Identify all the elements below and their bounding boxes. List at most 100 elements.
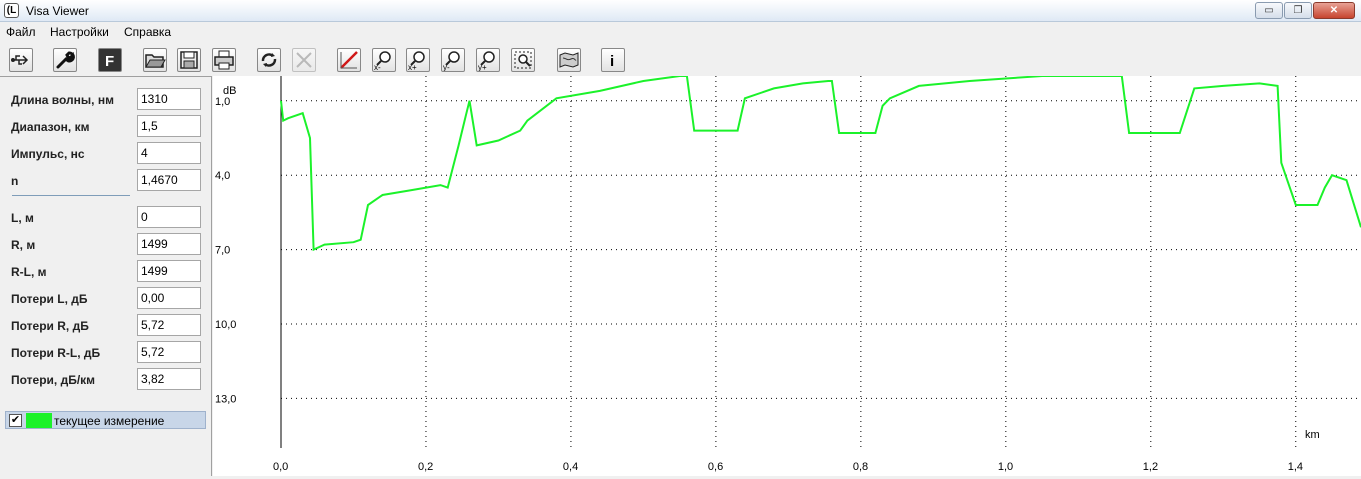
marker-button[interactable]	[337, 48, 361, 72]
parameters-panel: Длина волны, нм Диапазон, км Импульс, нс…	[0, 76, 212, 476]
menu-file[interactable]: Файл	[6, 25, 36, 39]
refresh-button[interactable]	[257, 48, 281, 72]
wavelength-label: Длина волны, нм	[11, 93, 114, 107]
svg-text:x+: x+	[408, 63, 417, 71]
x-axis-label: km	[1305, 429, 1320, 441]
f-button[interactable]: F	[98, 48, 122, 72]
lossR-label: Потери R, дБ	[11, 319, 89, 333]
legend-item-current[interactable]: ✔ текущее измерение	[5, 411, 206, 429]
save-icon	[180, 51, 198, 69]
info-button[interactable]: i	[601, 48, 625, 72]
x-tick-label: 0,4	[563, 461, 578, 473]
param-row-wavelength: Длина волны, нм	[0, 88, 212, 110]
f-icon: F	[105, 53, 114, 70]
y-tick-label: 10,0	[215, 319, 236, 331]
delete-button[interactable]	[292, 48, 316, 72]
chart-svg[interactable]: 1,0 4,0 7,0 10,0 13,0 0,0 0,2 0,4 0,6 0,8 1,0 1,2 1…	[213, 75, 1361, 476]
legend-checkbox[interactable]: ✔	[9, 414, 22, 427]
y-tick-label: 1,0	[215, 96, 230, 108]
pulse-label: Импульс, нс	[11, 147, 85, 161]
lossRL-field[interactable]	[137, 341, 201, 363]
param-row-range: Диапазон, км	[0, 115, 212, 137]
n-label: n	[11, 174, 19, 188]
x-tick-label: 1,2	[1143, 461, 1158, 473]
map-button[interactable]	[557, 48, 581, 72]
x-tick-label: 0,2	[418, 461, 433, 473]
param-row-lossRL: Потери R-L, дБ	[0, 341, 212, 363]
range-field[interactable]	[137, 115, 201, 137]
loss-per-km-field[interactable]	[137, 368, 201, 390]
svg-text:F: F	[105, 53, 114, 70]
print-icon	[214, 50, 234, 70]
param-row-R: R, м	[0, 233, 212, 255]
param-row-loss-per-km: Потери, дБ/км	[0, 368, 212, 390]
trace-line	[280, 75, 1361, 252]
L-label: L, м	[11, 211, 34, 225]
title-bar: (L Visa Viewer ▭ ❐ ✕	[0, 0, 1361, 22]
zoom-x-out-button[interactable]: x-	[372, 48, 396, 72]
zoom-y-out-icon: y-	[443, 51, 460, 71]
usb-connect-button[interactable]	[9, 48, 33, 72]
trace-chart[interactable]: 1,0 4,0 7,0 10,0 13,0 0,0 0,2 0,4 0,6 0,8 1,0 1,2 1…	[213, 75, 1361, 476]
zoom-x-in-icon: x+	[408, 51, 425, 71]
menu-help[interactable]: Справка	[124, 25, 171, 39]
zoom-y-in-icon: y+	[478, 51, 495, 71]
param-row-n: n	[0, 169, 212, 191]
svg-text:i: i	[610, 53, 614, 70]
R-field[interactable]	[137, 233, 201, 255]
x-tick-label: 1,4	[1288, 461, 1303, 473]
legend-color-swatch	[26, 413, 52, 428]
x-tick-label: 0,8	[853, 461, 868, 473]
zoom-y-out-button[interactable]: y-	[441, 48, 465, 72]
settings-button[interactable]	[53, 48, 77, 72]
usb-icon	[11, 55, 29, 65]
zoom-fit-icon	[514, 51, 532, 69]
svg-text:x-: x-	[374, 63, 381, 71]
zoom-x-out-icon: x-	[374, 51, 391, 71]
loss-per-km-label: Потери, дБ/км	[11, 373, 96, 387]
param-row-RL: R-L, м	[0, 260, 212, 282]
menu-bar: Файл Настройки Справка	[0, 23, 1361, 42]
open-button[interactable]	[143, 48, 167, 72]
zoom-y-in-button[interactable]: y+	[476, 48, 500, 72]
y-tick-label: 7,0	[215, 245, 230, 257]
zoom-fit-button[interactable]	[511, 48, 535, 72]
lossL-label: Потери L, дБ	[11, 292, 88, 306]
minimize-button[interactable]: ▭	[1255, 2, 1283, 19]
y-axis-label: dB	[223, 85, 236, 97]
x-tick-label: 0,6	[708, 461, 723, 473]
lossR-field[interactable]	[137, 314, 201, 336]
lossL-field[interactable]	[137, 287, 201, 309]
param-row-lossL: Потери L, дБ	[0, 287, 212, 309]
param-row-pulse: Импульс, нс	[0, 142, 212, 164]
wrench-icon	[56, 51, 75, 69]
svg-text:y+: y+	[478, 63, 487, 71]
window-title: Visa Viewer	[26, 4, 89, 18]
x-tick-label: 1,0	[998, 461, 1013, 473]
n-field[interactable]	[137, 169, 201, 191]
pulse-field[interactable]	[137, 142, 201, 164]
y-tick-label: 13,0	[215, 393, 236, 405]
RL-field[interactable]	[137, 260, 201, 282]
L-field[interactable]	[137, 206, 201, 228]
menu-settings[interactable]: Настройки	[50, 25, 109, 39]
svg-text:y-: y-	[443, 63, 450, 71]
separator	[12, 195, 130, 196]
param-row-L: L, м	[0, 206, 212, 228]
marker-icon	[340, 51, 358, 69]
maximize-button[interactable]: ❐	[1284, 2, 1312, 19]
x-tick-label: 0,0	[273, 461, 288, 473]
legend-label: текущее измерение	[54, 414, 165, 428]
close-window-button[interactable]: ✕	[1313, 2, 1355, 19]
app-icon: (L	[4, 3, 19, 18]
wavelength-field[interactable]	[137, 88, 201, 110]
map-icon	[559, 52, 579, 68]
folder-open-icon	[145, 54, 166, 68]
print-button[interactable]	[212, 48, 236, 72]
info-icon: i	[610, 53, 614, 70]
RL-label: R-L, м	[11, 265, 47, 279]
param-row-lossR: Потери R, дБ	[0, 314, 212, 336]
toolbar: F x- x+ y- y+ i	[0, 44, 1361, 76]
save-button[interactable]	[177, 48, 201, 72]
zoom-x-in-button[interactable]: x+	[406, 48, 430, 72]
